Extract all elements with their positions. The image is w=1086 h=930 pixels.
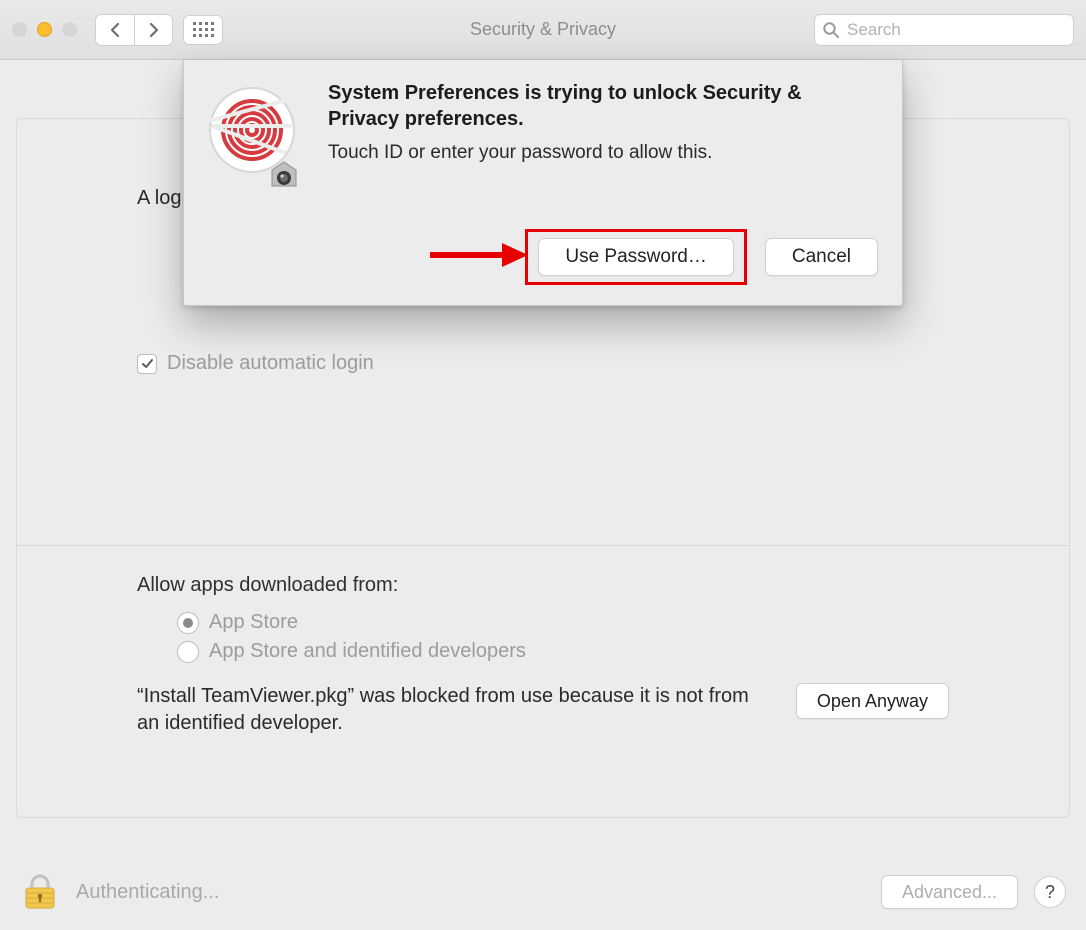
open-anyway-button[interactable]: Open Anyway: [796, 683, 949, 719]
window-toolbar: Security & Privacy: [0, 0, 1086, 60]
radio-app-store-row: App Store: [177, 611, 949, 634]
nav-buttons: [95, 14, 173, 46]
dialog-subtext: Touch ID or enter your password to allow…: [328, 142, 878, 164]
show-all-button[interactable]: [183, 15, 223, 45]
grid-icon: [193, 22, 214, 37]
traffic-lights: [12, 22, 77, 37]
annotation-highlight: Use Password…: [525, 229, 747, 285]
lock-status-text: Authenticating...: [76, 881, 219, 904]
allow-apps-label: Allow apps downloaded from:: [137, 574, 949, 597]
disable-auto-login-row: Disable automatic login: [137, 352, 949, 375]
forward-button[interactable]: [134, 15, 172, 45]
search-input[interactable]: [814, 14, 1074, 46]
cancel-button[interactable]: Cancel: [765, 238, 878, 276]
auth-dialog: System Preferences is trying to unlock S…: [183, 60, 903, 306]
dialog-heading: System Preferences is trying to unlock S…: [328, 80, 878, 132]
radio-identified-devs[interactable]: [177, 641, 199, 663]
search-icon: [822, 21, 840, 39]
chevron-left-icon: [109, 22, 121, 38]
radio-identified-devs-label: App Store and identified developers: [209, 640, 526, 663]
use-password-button[interactable]: Use Password…: [538, 238, 734, 276]
footer: Authenticating... Advanced... ?: [0, 874, 1086, 930]
lock-icon[interactable]: [20, 874, 60, 910]
advanced-button[interactable]: Advanced...: [881, 875, 1018, 909]
back-button[interactable]: [96, 15, 134, 45]
window-minimize-button[interactable]: [37, 22, 52, 37]
blocked-app-text: “Install TeamViewer.pkg” was blocked fro…: [137, 683, 772, 737]
help-button[interactable]: ?: [1034, 876, 1066, 908]
search-wrap: [814, 14, 1074, 46]
divider: [17, 545, 1069, 546]
disable-auto-login-checkbox[interactable]: [137, 354, 157, 374]
checkmark-icon: [141, 357, 154, 370]
blocked-row: “Install TeamViewer.pkg” was blocked fro…: [137, 683, 949, 737]
window-close-button[interactable]: [12, 22, 27, 37]
touch-id-icon: [208, 86, 306, 184]
window-zoom-button[interactable]: [62, 22, 77, 37]
radio-app-store-label: App Store: [209, 611, 298, 634]
annotation-arrow-icon: [428, 240, 528, 270]
disable-auto-login-label: Disable automatic login: [167, 352, 374, 375]
radio-app-store[interactable]: [177, 612, 199, 634]
chevron-right-icon: [148, 22, 160, 38]
radio-identified-devs-row: App Store and identified developers: [177, 640, 949, 663]
